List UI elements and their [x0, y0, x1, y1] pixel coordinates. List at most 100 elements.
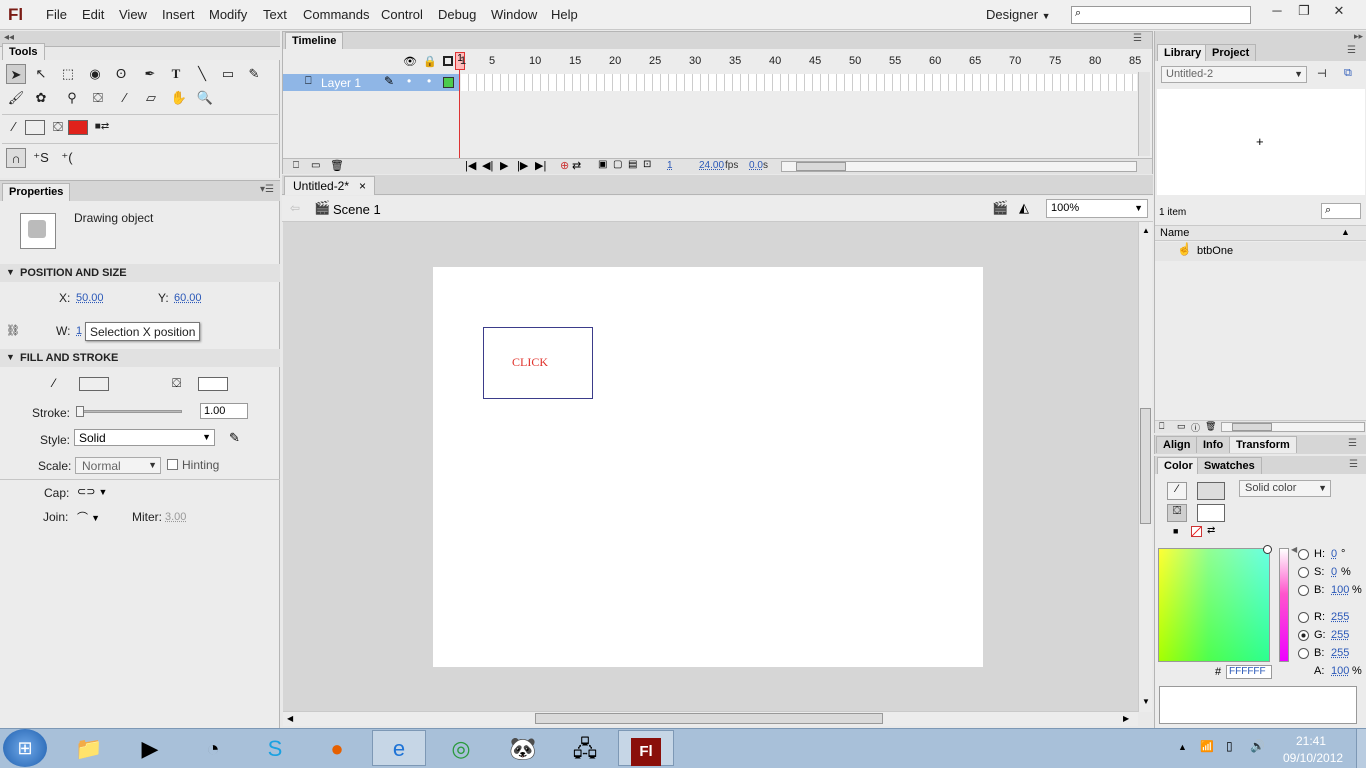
menu-edit[interactable]: Edit [82, 7, 104, 22]
show-hidden-icons-icon[interactable]: ▲ [1178, 742, 1187, 752]
library-h-scrollbar[interactable] [1221, 422, 1365, 432]
deco-tool-icon[interactable]: ✿ [31, 88, 51, 108]
rectangle-tool-icon[interactable]: ▭ [218, 64, 238, 84]
menu-modify[interactable]: Modify [209, 7, 247, 22]
workspace-switcher[interactable]: Designer ▼ [986, 7, 1051, 22]
zoom-tool-icon[interactable]: 🔍 [195, 88, 215, 108]
delete-layer-icon[interactable]: 🗑 [330, 159, 344, 172]
stroke-color-icon[interactable]: ⁄ [4, 117, 24, 137]
brush-tool-icon[interactable]: 🖌 [6, 88, 26, 108]
battery-icon[interactable]: ▯ [1226, 739, 1233, 753]
stage-v-scrollbar[interactable]: ▲ ▼ [1138, 222, 1152, 712]
library-column-header[interactable]: Name ▲ [1155, 225, 1366, 241]
scroll-thumb[interactable] [535, 713, 883, 724]
lock-dot[interactable]: • [427, 74, 431, 88]
stroke-color-swatch[interactable] [1197, 482, 1225, 500]
scroll-down-icon[interactable]: ▼ [1142, 697, 1150, 706]
pen-tool-icon[interactable]: ✒ [140, 64, 160, 84]
stroke-value-input[interactable]: 1.00 [200, 403, 248, 419]
show-desktop-button[interactable] [1356, 729, 1366, 768]
library-document-select[interactable]: Untitled-2 ▼ [1161, 66, 1307, 83]
subselection-tool-icon[interactable]: ↖ [31, 64, 51, 84]
g-value[interactable]: 255 [1331, 629, 1349, 641]
scroll-up-icon[interactable]: ▲ [1142, 226, 1150, 235]
y-value[interactable]: 60.00 [174, 292, 202, 304]
lasso-tool-icon[interactable]: ʘ [111, 64, 131, 84]
onion-skin-icon[interactable]: ▣ [598, 159, 607, 170]
join-select[interactable]: ⌒ ▼ [77, 509, 100, 525]
menu-window[interactable]: Window [491, 7, 537, 22]
bone-tool-icon[interactable]: ⚲ [62, 88, 82, 108]
help-search-input[interactable]: ⌕ [1071, 6, 1251, 24]
pencil-tool-icon[interactable]: ✎ [244, 64, 264, 84]
line-tool-icon[interactable]: ╲ [192, 64, 212, 84]
swap-colors-icon[interactable]: ■⇄ [92, 117, 112, 137]
clock-icon[interactable]: ◔ [189, 731, 237, 767]
tab-project[interactable]: Project [1205, 44, 1257, 61]
selection-tool-icon[interactable]: ➤ [6, 64, 26, 84]
lock-icon[interactable]: 🔒 [423, 55, 437, 68]
library-search-input[interactable]: ⌕ [1321, 203, 1361, 219]
properties-icon[interactable]: ⓘ [1191, 421, 1200, 434]
tab-timeline[interactable]: Timeline [285, 32, 344, 49]
b2-radio[interactable] [1298, 648, 1309, 659]
stroke-color-icon[interactable]: ⁄ [1167, 482, 1187, 500]
loop-icon[interactable]: ⇄ [572, 159, 581, 172]
close-button[interactable]: ✕ [1325, 3, 1353, 23]
frame-strip[interactable] [461, 74, 1137, 91]
position-size-section[interactable]: ▼ POSITION AND SIZE [0, 264, 280, 282]
volume-icon[interactable]: 🔊 [1250, 739, 1265, 753]
panel-menu-icon[interactable]: ☰ [1348, 438, 1357, 449]
first-frame-icon[interactable]: |◀ [465, 159, 476, 172]
minimize-button[interactable]: ─ [1263, 3, 1291, 23]
slider-handle-icon[interactable]: ◀ [1291, 545, 1297, 554]
scene-name[interactable]: Scene 1 [333, 202, 381, 217]
menu-help[interactable]: Help [551, 7, 578, 22]
swap-colors-icon[interactable]: ⇄ [1207, 525, 1215, 536]
scroll-left-icon[interactable]: ◀ [287, 714, 293, 723]
style-select[interactable]: Solid ▼ [74, 429, 215, 446]
panel-menu-icon[interactable]: ☰ [1347, 45, 1356, 56]
x-value[interactable]: 50.00 [76, 292, 104, 304]
paint-bucket-tool-icon[interactable]: ⛋ [88, 88, 108, 108]
no-color-icon[interactable] [1191, 526, 1202, 537]
fill-color-icon[interactable]: ⛋ [48, 117, 68, 137]
scale-select[interactable]: Normal ▼ [75, 457, 161, 474]
color-picker-cursor[interactable] [1263, 545, 1272, 554]
tab-align[interactable]: Align [1156, 436, 1198, 453]
panel-menu-icon[interactable]: ☰ [1133, 33, 1142, 44]
fill-color-swatch[interactable] [1197, 504, 1225, 522]
internet-explorer-icon[interactable]: e [372, 730, 426, 766]
tab-color[interactable]: Color [1157, 457, 1200, 474]
firefox-icon[interactable]: ● [313, 731, 361, 767]
hinting-checkbox[interactable] [167, 459, 178, 470]
black-white-icon[interactable]: ■ [1173, 526, 1178, 536]
last-frame-icon[interactable]: ▶| [535, 159, 546, 172]
cap-select[interactable]: ⊂⊃ ▼ [77, 485, 107, 498]
current-frame-value[interactable]: 1 [667, 160, 673, 171]
clock-date[interactable]: 09/10/2012 [1283, 751, 1343, 765]
miter-value[interactable]: 3.00 [165, 511, 186, 523]
media-player-icon[interactable]: ▶ [126, 731, 174, 767]
lock-aspect-icon[interactable]: ⛓ [6, 324, 20, 337]
new-symbol-icon[interactable]: ⎕ [1159, 421, 1164, 432]
play-icon[interactable]: ▶ [500, 159, 508, 172]
h-radio[interactable] [1298, 549, 1309, 560]
sort-icon[interactable]: ▲ [1341, 227, 1350, 237]
s-value[interactable]: 0 [1331, 566, 1337, 578]
timeline-scrollbar[interactable] [1138, 72, 1150, 156]
s-radio[interactable] [1298, 567, 1309, 578]
fill-stroke-section[interactable]: ▼ FILL AND STROKE [0, 349, 280, 367]
edit-symbols-icon[interactable]: ◭ [1019, 200, 1029, 216]
tab-info[interactable]: Info [1196, 436, 1231, 453]
3d-rotation-tool-icon[interactable]: ◉ [85, 64, 105, 84]
zoom-select[interactable]: 100% ▼ [1046, 199, 1148, 218]
color-picker-area[interactable] [1158, 545, 1272, 662]
b-value[interactable]: 100 [1331, 584, 1349, 596]
b-radio[interactable] [1298, 585, 1309, 596]
menu-control[interactable]: Control [381, 7, 423, 22]
outline-color-box[interactable] [443, 77, 454, 88]
tab-library[interactable]: Library [1157, 44, 1209, 61]
tab-properties[interactable]: Properties [2, 183, 71, 201]
skype-icon[interactable]: S [251, 731, 299, 767]
